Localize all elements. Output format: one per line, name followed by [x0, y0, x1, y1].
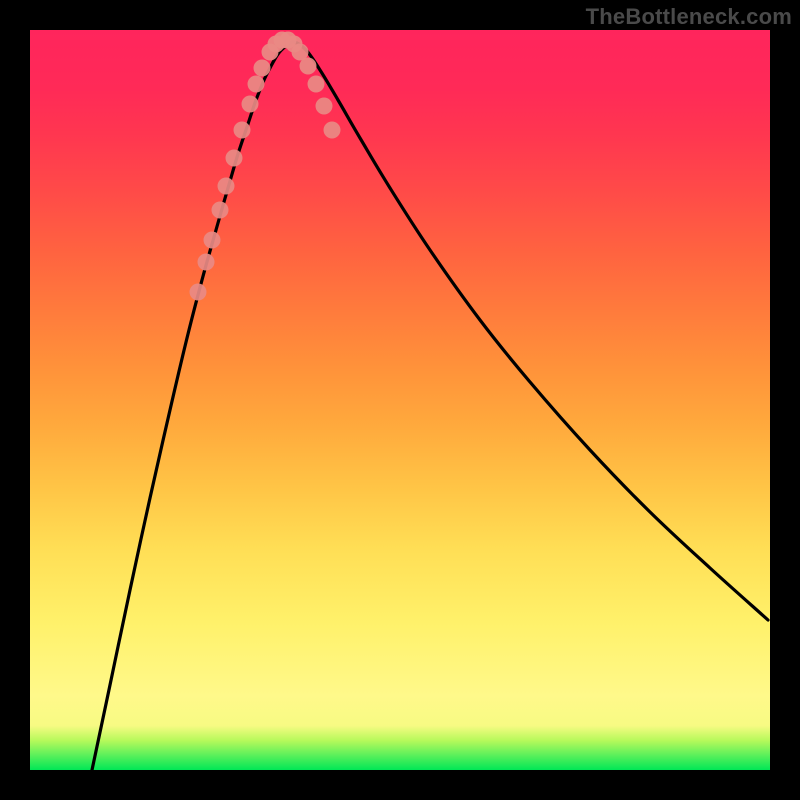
- data-point: [204, 232, 221, 249]
- data-point: [226, 150, 243, 167]
- data-point: [218, 178, 235, 195]
- data-point: [316, 98, 333, 115]
- data-point: [190, 284, 207, 301]
- data-point: [212, 202, 229, 219]
- data-point: [234, 122, 251, 139]
- chart-frame: TheBottleneck.com: [0, 0, 800, 800]
- data-point: [254, 60, 271, 77]
- plot-area: [30, 30, 770, 770]
- data-point: [300, 58, 317, 75]
- scatter-points: [190, 32, 341, 301]
- data-point: [308, 76, 325, 93]
- data-point: [324, 122, 341, 139]
- watermark-text: TheBottleneck.com: [586, 4, 792, 30]
- data-point: [242, 96, 259, 113]
- data-point: [198, 254, 215, 271]
- bottleneck-curve: [92, 42, 768, 770]
- chart-svg: [30, 30, 770, 770]
- curve-path: [92, 42, 768, 770]
- data-point: [248, 76, 265, 93]
